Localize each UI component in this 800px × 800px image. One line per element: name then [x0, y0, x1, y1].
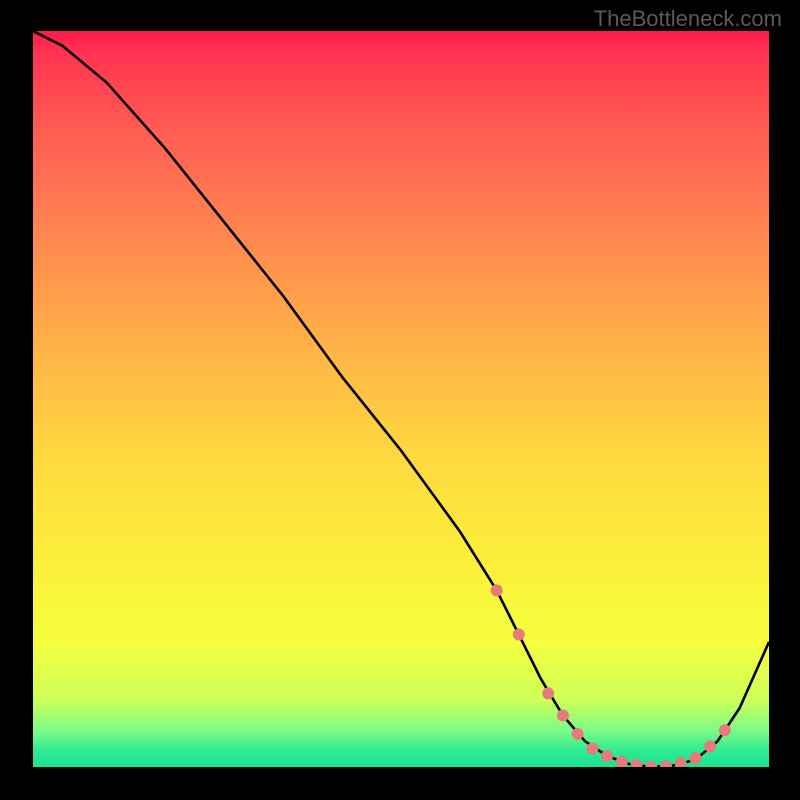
curve-line: [33, 31, 769, 767]
curve-marker: [491, 584, 503, 596]
curve-marker: [616, 756, 628, 767]
curve-marker: [689, 752, 701, 764]
curve-marker: [542, 687, 554, 699]
curve-marker: [704, 740, 716, 752]
watermark-text: TheBottleneck.com: [594, 6, 782, 32]
curve-marker: [572, 728, 584, 740]
curve-marker: [631, 759, 643, 767]
curve-marker: [645, 761, 657, 767]
curve-marker: [719, 724, 731, 736]
curve-marker: [513, 629, 525, 641]
curve-markers: [491, 584, 731, 767]
curve-marker: [675, 757, 687, 767]
curve-marker: [586, 743, 598, 755]
curve-marker: [557, 710, 569, 722]
curve-marker: [601, 750, 613, 762]
bottleneck-chart: [33, 31, 769, 767]
curve-marker: [660, 760, 672, 767]
